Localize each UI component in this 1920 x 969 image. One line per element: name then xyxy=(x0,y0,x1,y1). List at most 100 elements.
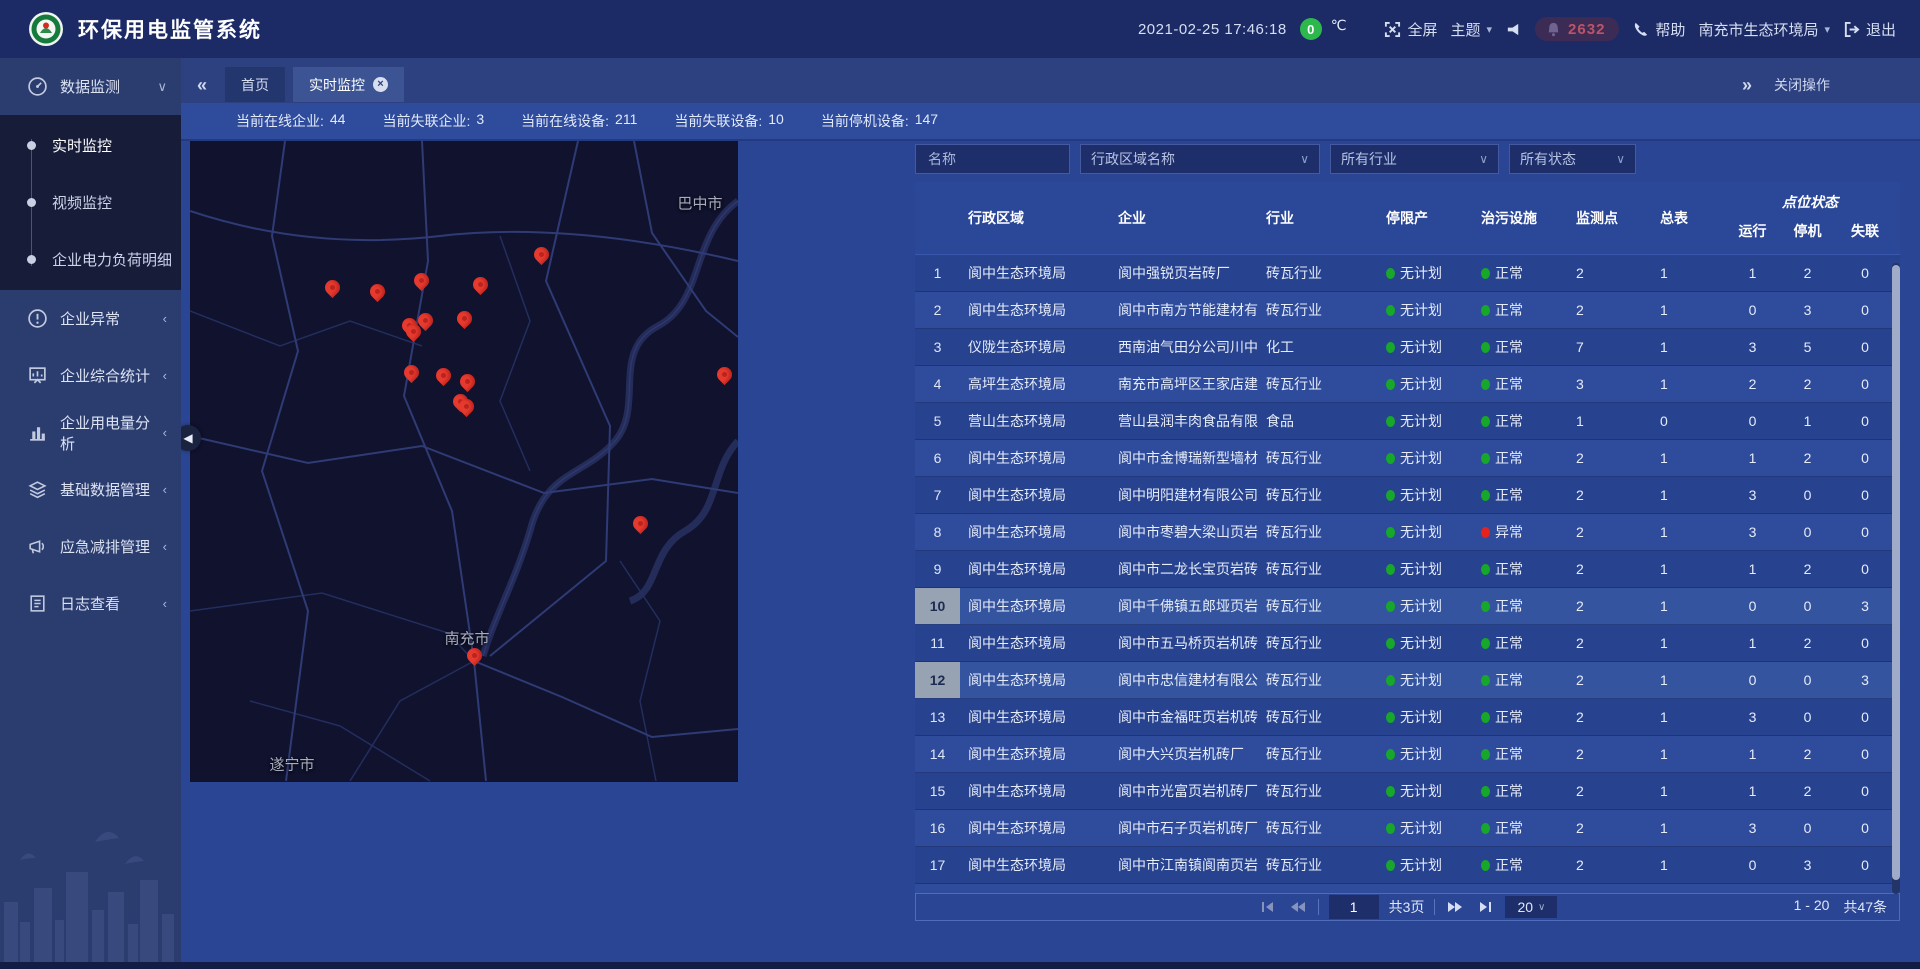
status-dot-icon xyxy=(1481,712,1490,723)
sidebar-item-log-view[interactable]: 日志查看 ‹ xyxy=(0,575,181,632)
table-row[interactable]: 18南部生态环境局南部县新华水泥有限公建材行业无计划正常60050 xyxy=(915,884,1900,893)
cell-region: 仪陇生态环境局 xyxy=(960,329,1110,365)
sidebar-item-video-monitoring[interactable]: 视频监控 xyxy=(0,174,181,231)
status-dot-icon xyxy=(1386,379,1395,390)
row-index: 10 xyxy=(915,588,960,624)
sidebar-item-power-load-detail[interactable]: 企业电力负荷明细 xyxy=(0,231,181,288)
chevron-down-icon: ▾ xyxy=(1487,23,1493,36)
table-row[interactable]: 11阆中生态环境局阆中市五马桥页岩机砖砖瓦行业无计划正常21120 xyxy=(915,625,1900,662)
table-row[interactable]: 9阆中生态环境局阆中市二龙长宝页岩砖砖瓦行业无计划正常21120 xyxy=(915,551,1900,588)
cell-region: 阆中生态环境局 xyxy=(960,255,1110,291)
cell-pollution-facility: 正常 xyxy=(1473,810,1568,846)
logout-icon xyxy=(1843,21,1860,38)
table-row[interactable]: 5营山生态环境局营山县润丰肉食品有限食品无计划正常10010 xyxy=(915,403,1900,440)
header-point-status: 点位状态 xyxy=(1725,182,1895,216)
next-page-button[interactable] xyxy=(1445,898,1465,916)
cell-monitor-points: 2 xyxy=(1568,292,1650,328)
sidebar-item-data-monitoring[interactable]: 数据监测 ∨ xyxy=(0,58,181,115)
sidebar-item-company-statistics[interactable]: 企业综合统计 ‹ xyxy=(0,347,181,404)
status-dot-icon xyxy=(1481,342,1490,353)
map-panel[interactable]: 巴中市南充市遂宁市 xyxy=(190,141,738,782)
cell-stopped: 0 xyxy=(1780,514,1835,550)
row-index: 3 xyxy=(915,329,960,365)
cell-monitor-points: 1 xyxy=(1568,403,1650,439)
table-row[interactable]: 8阆中生态环境局阆中市枣碧大梁山页岩砖瓦行业无计划异常21300 xyxy=(915,514,1900,551)
table-row[interactable]: 16阆中生态环境局阆中市石子页岩机砖厂砖瓦行业无计划正常21300 xyxy=(915,810,1900,847)
status-text: 正常 xyxy=(1495,440,1523,476)
status-text: 无计划 xyxy=(1400,477,1442,513)
cell-stopped: 2 xyxy=(1780,440,1835,476)
name-filter-input[interactable] xyxy=(926,150,1059,168)
table-row[interactable]: 4高坪生态环境局南充市高坪区王家店建砖瓦行业无计划正常31220 xyxy=(915,366,1900,403)
status-dot-icon xyxy=(1386,675,1395,686)
status-text: 正常 xyxy=(1495,329,1523,365)
tab-realtime-monitoring[interactable]: 实时监控 × xyxy=(293,67,404,102)
sidebar-item-power-analysis[interactable]: 企业用电量分析 ‹ xyxy=(0,404,181,461)
tabs-scroll-left-button[interactable]: « xyxy=(187,70,217,100)
name-filter-field[interactable] xyxy=(915,144,1070,174)
row-index: 2 xyxy=(915,292,960,328)
stat-value: 3 xyxy=(476,111,484,131)
sound-toggle[interactable] xyxy=(1505,21,1522,38)
close-icon[interactable]: × xyxy=(373,77,388,92)
page-size-select[interactable]: 20 ∨ xyxy=(1505,896,1557,918)
status-text: 正常 xyxy=(1495,366,1523,402)
cell-stop-production: 无计划 xyxy=(1378,810,1473,846)
sidebar-item-base-data[interactable]: 基础数据管理 ‹ xyxy=(0,461,181,518)
page-size-value: 20 xyxy=(1517,899,1533,915)
last-page-button[interactable] xyxy=(1475,898,1495,916)
cell-company: 阆中强锐页岩砖厂 xyxy=(1110,255,1258,291)
table-row[interactable]: 6阆中生态环境局阆中市金博瑞新型墙材砖瓦行业无计划正常21120 xyxy=(915,440,1900,477)
cell-stop-production: 无计划 xyxy=(1378,403,1473,439)
sidebar-item-label: 基础数据管理 xyxy=(60,479,163,500)
org-dropdown[interactable]: 南充市生态环境局 ▾ xyxy=(1698,19,1830,40)
theme-dropdown[interactable]: 主题 ▾ xyxy=(1451,19,1493,40)
sidebar-item-label: 日志查看 xyxy=(60,593,163,614)
header-index xyxy=(915,182,960,254)
page-number-input[interactable] xyxy=(1329,895,1379,919)
table-row[interactable]: 7阆中生态环境局阆中明阳建材有限公司砖瓦行业无计划正常21300 xyxy=(915,477,1900,514)
chevron-left-icon: ‹ xyxy=(163,539,167,554)
cell-total-meter: 1 xyxy=(1650,292,1725,328)
table-row[interactable]: 3仪陇生态环境局西南油气田分公司川中化工无计划正常71350 xyxy=(915,329,1900,366)
table-row[interactable]: 15阆中生态环境局阆中市光富页岩机砖厂砖瓦行业无计划正常21120 xyxy=(915,773,1900,810)
cell-stopped: 2 xyxy=(1780,736,1835,772)
cell-industry: 砖瓦行业 xyxy=(1258,847,1378,883)
table-scrollbar[interactable] xyxy=(1892,263,1900,894)
cell-running: 3 xyxy=(1725,329,1780,365)
help-button[interactable]: 帮助 xyxy=(1632,19,1685,40)
logout-button[interactable]: 退出 xyxy=(1843,19,1896,40)
sidebar-item-emergency-reduction[interactable]: 应急减排管理 ‹ xyxy=(0,518,181,575)
cell-stopped: 3 xyxy=(1780,847,1835,883)
cell-pollution-facility: 正常 xyxy=(1473,773,1568,809)
map-roads-layer xyxy=(190,141,738,782)
alarm-counter[interactable]: 2632 xyxy=(1535,17,1619,41)
cell-running: 0 xyxy=(1725,662,1780,698)
sidebar-item-company-abnormal[interactable]: 企业异常 ‹ xyxy=(0,290,181,347)
fullscreen-button[interactable]: 全屏 xyxy=(1384,19,1437,40)
cell-company: 阆中市南方节能建材有 xyxy=(1110,292,1258,328)
status-dot-icon xyxy=(1386,823,1395,834)
status-dot-icon xyxy=(1481,823,1490,834)
prev-page-button[interactable] xyxy=(1288,898,1308,916)
fullscreen-icon xyxy=(1384,21,1401,38)
table-row[interactable]: 2阆中生态环境局阆中市南方节能建材有砖瓦行业无计划正常21030 xyxy=(915,292,1900,329)
industry-filter-select[interactable]: 所有行业 ∨ xyxy=(1330,144,1499,174)
table-row[interactable]: 13阆中生态环境局阆中市金福旺页岩机砖砖瓦行业无计划正常21300 xyxy=(915,699,1900,736)
scrollbar-thumb[interactable] xyxy=(1892,265,1900,880)
table-row[interactable]: 1阆中生态环境局阆中强锐页岩砖厂砖瓦行业无计划正常21120 xyxy=(915,255,1900,292)
sidebar-item-realtime-monitoring[interactable]: 实时监控 xyxy=(0,117,181,174)
first-page-button[interactable] xyxy=(1258,898,1278,916)
table-row[interactable]: 12阆中生态环境局阆中市忠信建材有限公砖瓦行业无计划正常21003 xyxy=(915,662,1900,699)
tab-home[interactable]: 首页 xyxy=(225,67,285,102)
stat-label: 当前在线企业: xyxy=(236,111,324,131)
cell-total-meter: 1 xyxy=(1650,810,1725,846)
table-row[interactable]: 10阆中生态环境局阆中千佛镇五郎垭页岩砖瓦行业无计划正常21003 xyxy=(915,588,1900,625)
close-operations-button[interactable]: 关闭操作 xyxy=(1774,75,1830,95)
cell-monitor-points: 2 xyxy=(1568,736,1650,772)
tabs-scroll-right-button[interactable]: » xyxy=(1732,70,1762,100)
table-row[interactable]: 14阆中生态环境局阆中大兴页岩机砖厂砖瓦行业无计划正常21120 xyxy=(915,736,1900,773)
status-filter-select[interactable]: 所有状态 ∨ xyxy=(1509,144,1636,174)
region-filter-select[interactable]: 行政区域名称 ∨ xyxy=(1080,144,1320,174)
table-row[interactable]: 17阆中生态环境局阆中市江南镇阆南页岩砖瓦行业无计划正常21030 xyxy=(915,847,1900,884)
